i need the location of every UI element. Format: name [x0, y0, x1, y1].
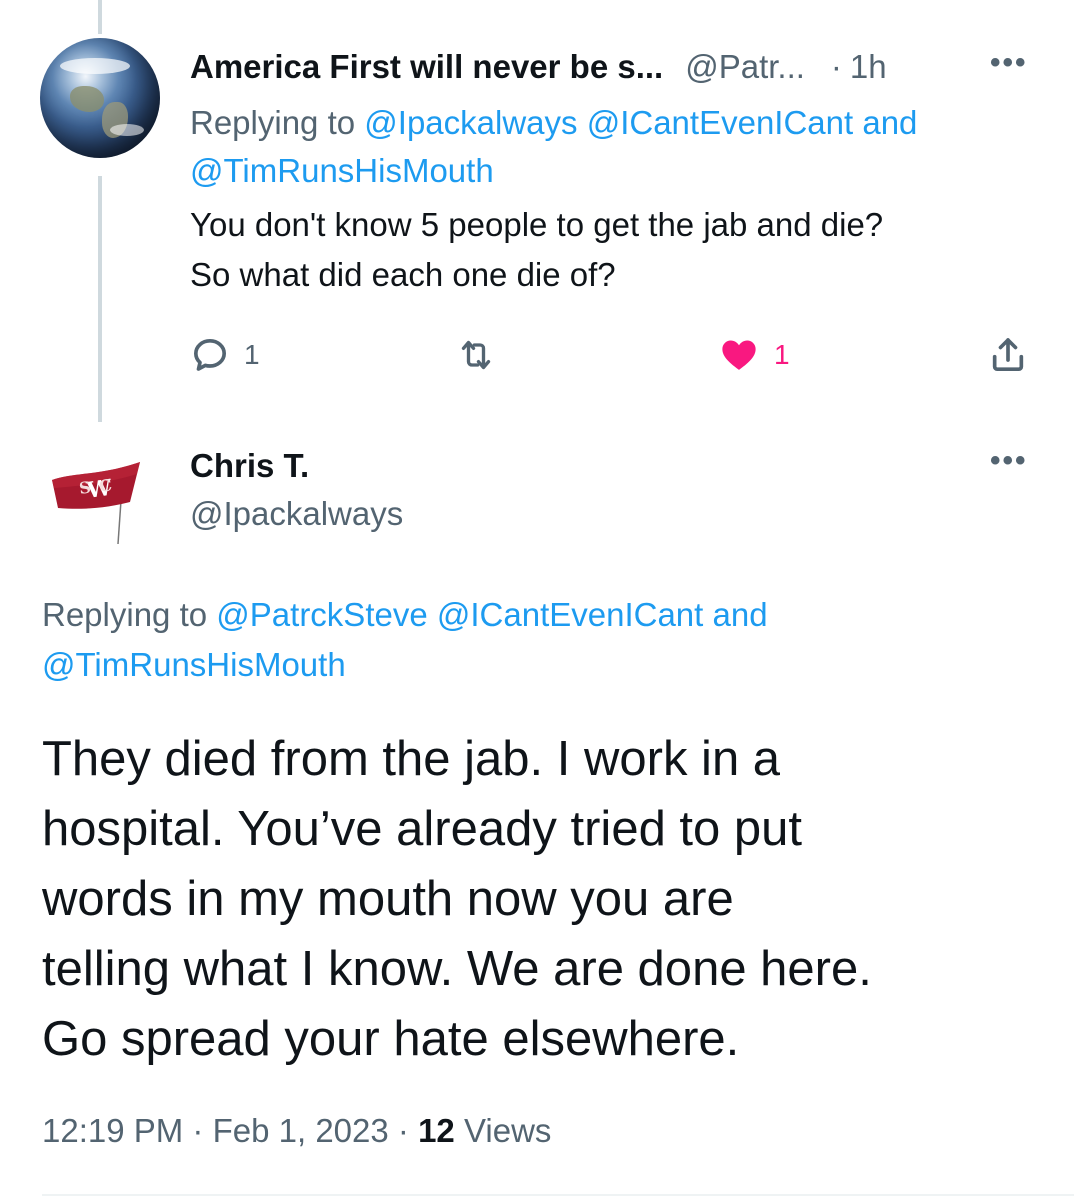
tweet2-metadata: 12:19 PM · Feb 1, 2023 · 12 Views	[42, 1108, 551, 1154]
share-icon	[992, 338, 1024, 371]
tweet2-time[interactable]: 12:19 PM	[42, 1112, 183, 1149]
views-label: Views	[463, 1112, 552, 1149]
avatar-earth-icon[interactable]	[40, 38, 160, 158]
reply-and-link[interactable]: and	[713, 596, 768, 633]
tweet1-action-bar: 1 1	[190, 330, 1030, 380]
tweet1-handle[interactable]: @Patr...	[685, 48, 805, 86]
wsu-flag-icon: W S C	[52, 462, 140, 545]
like-count: 1	[774, 339, 790, 370]
tweet1-header: America First will never be s... @Patr..…	[190, 44, 887, 90]
avatar-flag-icon[interactable]: W S C	[44, 446, 154, 556]
avatar-cloud	[60, 58, 130, 74]
tweet1-replying-to-line2: @TimRunsHisMouth	[190, 146, 494, 196]
tweet2-handle[interactable]: @Ipackalways	[190, 492, 403, 536]
tweet1-more-options-icon[interactable]: •••	[990, 46, 1028, 80]
reply-count: 1	[244, 339, 260, 370]
replying-prefix: Replying to	[42, 596, 208, 633]
share-button[interactable]	[988, 330, 1028, 380]
divider	[42, 1194, 1074, 1196]
tweet1-replying-to: Replying to @Ipackalways @ICantEvenICant…	[190, 98, 917, 148]
replying-prefix: Replying to	[190, 104, 356, 141]
tweet2-text-line: They died from the jab. I work in a	[42, 732, 781, 786]
tweet1-display-name[interactable]: America First will never be s...	[190, 48, 663, 86]
reply-button[interactable]: 1	[190, 330, 260, 380]
views-count: 12	[418, 1112, 455, 1149]
reply-mention-link[interactable]: @PatrckSteve	[216, 596, 427, 633]
tweet1-separator: ·	[830, 48, 842, 85]
tweet2-text-line: hospital. You’ve already tried to put	[42, 802, 803, 856]
tweet2-display-name[interactable]: Chris T.	[190, 444, 309, 488]
tweet2-date[interactable]: Feb 1, 2023	[213, 1112, 389, 1149]
tweet1-text-line: You don't know 5 people to get the jab a…	[190, 206, 884, 243]
tweet1-text-line: So what did each one die of?	[190, 256, 616, 293]
heart-filled-icon	[722, 340, 756, 370]
meta-separator: ·	[397, 1112, 409, 1149]
tweet2-text-line: words in my mouth now you are	[42, 872, 734, 926]
tweet2-replying-to: Replying to @PatrckSteve @ICantEvenICant…	[42, 590, 768, 640]
tweet2-text-line: Go spread your hate elsewhere.	[42, 1012, 740, 1066]
reply-mention-link[interactable]: @TimRunsHisMouth	[190, 152, 494, 189]
reply-mention-link[interactable]: @ICantEvenICant	[587, 104, 853, 141]
svg-text:C: C	[98, 475, 113, 496]
retweet-button[interactable]	[456, 330, 510, 380]
tweet2-body: They died from the jab. I work in a hosp…	[42, 724, 1052, 1074]
avatar-landmass	[70, 86, 104, 112]
reply-mention-link[interactable]: @TimRunsHisMouth	[42, 646, 346, 683]
like-button[interactable]: 1	[718, 330, 790, 380]
reply-and-link[interactable]: and	[862, 104, 917, 141]
tweet1-timestamp[interactable]: 1h	[850, 48, 887, 86]
reply-mention-link[interactable]: @Ipackalways	[364, 104, 577, 141]
reply-mention-link[interactable]: @ICantEvenICant	[437, 596, 703, 633]
thread-connector-line	[98, 176, 102, 422]
tweet2-text-line: telling what I know. We are done here.	[42, 942, 872, 996]
tweet2-replying-to-line2: @TimRunsHisMouth	[42, 640, 346, 690]
tweet2-more-options-icon[interactable]: •••	[990, 444, 1028, 478]
tweet1-body: You don't know 5 people to get the jab a…	[190, 200, 883, 300]
retweet-icon	[461, 340, 491, 370]
reply-bubble-icon	[194, 339, 227, 371]
meta-separator: ·	[192, 1112, 204, 1149]
avatar-cloud	[110, 124, 144, 136]
thread-line-top	[98, 0, 102, 34]
